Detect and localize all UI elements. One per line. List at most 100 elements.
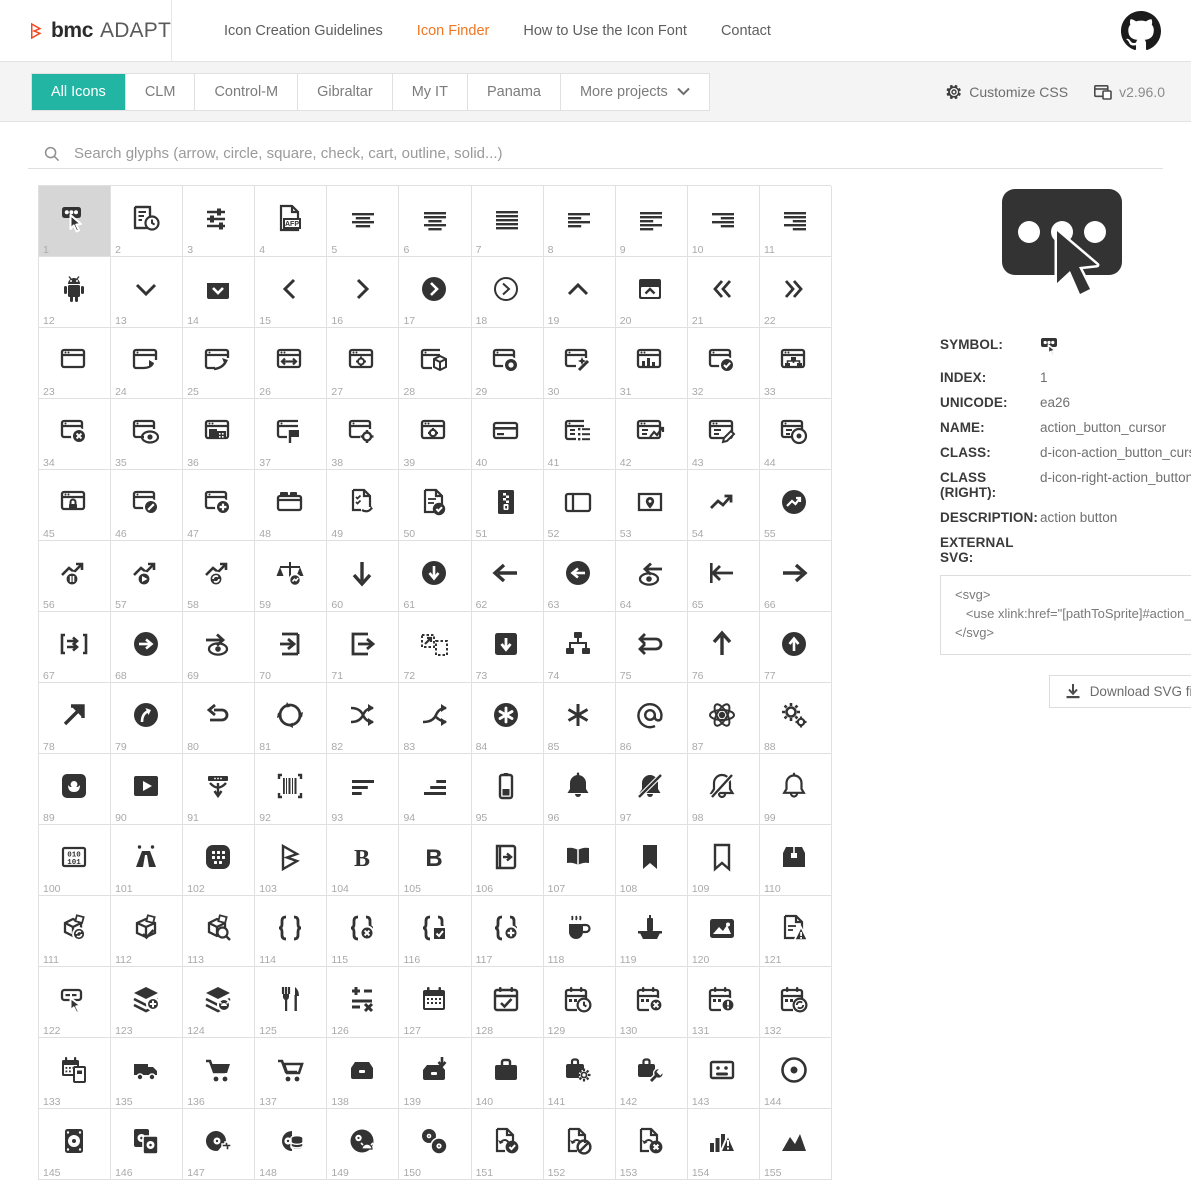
icon-cell[interactable]: 76 <box>687 612 760 683</box>
icon-cell[interactable]: 10 <box>687 186 760 257</box>
tab-panama[interactable]: Panama <box>467 74 561 110</box>
icon-cell[interactable]: 127 <box>399 967 472 1038</box>
nav-how-to-use-the-icon-font[interactable]: How to Use the Icon Font <box>523 23 687 39</box>
icon-cell[interactable]: 20 <box>615 257 688 328</box>
icon-cell[interactable]: 109 <box>687 825 760 896</box>
icon-cell[interactable]: 46 <box>111 470 184 541</box>
icon-cell[interactable]: 34 <box>39 399 112 470</box>
icon-cell[interactable]: 125 <box>255 967 328 1038</box>
icon-cell[interactable]: 79 <box>111 683 184 754</box>
icon-cell[interactable]: 115 <box>327 896 400 967</box>
icon-cell[interactable]: 6 <box>399 186 472 257</box>
icon-cell[interactable]: 30 <box>543 328 616 399</box>
icon-cell[interactable]: 118 <box>543 896 616 967</box>
icon-cell[interactable]: 13 <box>111 257 184 328</box>
icon-cell[interactable]: 1 <box>39 186 112 257</box>
icon-cell[interactable]: 70 <box>255 612 328 683</box>
icon-cell[interactable]: 143 <box>687 1038 760 1109</box>
icon-cell[interactable]: 48 <box>255 470 328 541</box>
icon-cell[interactable]: 24 <box>111 328 184 399</box>
icon-cell[interactable]: 63 <box>543 541 616 612</box>
icon-cell[interactable]: 38 <box>327 399 400 470</box>
icon-cell[interactable]: 72 <box>399 612 472 683</box>
icon-cell[interactable]: 86 <box>615 683 688 754</box>
icon-cell[interactable]: 145 <box>39 1109 112 1180</box>
tab-my-it[interactable]: My IT <box>392 74 468 110</box>
icon-cell[interactable]: 32 <box>687 328 760 399</box>
icon-cell[interactable]: 114 <box>255 896 328 967</box>
external-svg-code-box[interactable]: <svg> <use xlink:href="[pathToSprite]#ac… <box>940 575 1191 655</box>
icon-cell[interactable]: 117 <box>471 896 544 967</box>
icon-cell[interactable]: 44 <box>759 399 833 470</box>
icon-cell[interactable]: 101 <box>111 825 184 896</box>
icon-cell[interactable]: 58 <box>183 541 256 612</box>
icon-cell[interactable]: 92 <box>255 754 328 825</box>
icon-cell[interactable]: 53 <box>615 470 688 541</box>
icon-cell[interactable]: 155 <box>759 1109 833 1180</box>
tab-gibraltar[interactable]: Gibraltar <box>298 74 393 110</box>
icon-cell[interactable]: 130 <box>615 967 688 1038</box>
icon-cell[interactable]: 142 <box>615 1038 688 1109</box>
icon-cell[interactable]: 88 <box>759 683 833 754</box>
icon-cell[interactable]: 111 <box>39 896 112 967</box>
icon-cell[interactable]: 67 <box>39 612 112 683</box>
tab-control-m[interactable]: Control-M <box>195 74 299 110</box>
icon-cell[interactable]: 61 <box>399 541 472 612</box>
icon-cell[interactable]: 107 <box>543 825 616 896</box>
icon-cell[interactable]: 91 <box>183 754 256 825</box>
icon-cell[interactable]: 33 <box>759 328 833 399</box>
icon-cell[interactable]: 26 <box>255 328 328 399</box>
icon-cell[interactable]: 3 <box>183 186 256 257</box>
icon-cell[interactable]: 57 <box>111 541 184 612</box>
download-svg-button[interactable]: Download SVG file <box>1048 675 1191 708</box>
icon-cell[interactable]: 120 <box>687 896 760 967</box>
tab-clm[interactable]: CLM <box>125 74 196 110</box>
nav-contact[interactable]: Contact <box>721 23 771 39</box>
icon-cell[interactable]: 106 <box>471 825 544 896</box>
icon-cell[interactable]: 64 <box>615 541 688 612</box>
icon-cell[interactable]: 82 <box>327 683 400 754</box>
icon-cell[interactable]: 81 <box>255 683 328 754</box>
icon-cell[interactable]: 65 <box>687 541 760 612</box>
icon-cell[interactable]: 124 <box>183 967 256 1038</box>
icon-cell[interactable]: 19 <box>543 257 616 328</box>
icon-cell[interactable]: 74 <box>543 612 616 683</box>
icon-cell[interactable]: 28 <box>399 328 472 399</box>
icon-cell[interactable]: 39 <box>399 399 472 470</box>
icon-cell[interactable]: 87 <box>687 683 760 754</box>
icon-cell[interactable]: 98 <box>687 754 760 825</box>
icon-cell[interactable]: 90 <box>111 754 184 825</box>
icon-cell[interactable]: 116 <box>399 896 472 967</box>
nav-icon-finder[interactable]: Icon Finder <box>417 23 490 39</box>
icon-cell[interactable]: 102 <box>183 825 256 896</box>
icon-cell[interactable]: 40 <box>471 399 544 470</box>
icon-cell[interactable]: 43 <box>687 399 760 470</box>
icon-cell[interactable]: 108 <box>615 825 688 896</box>
tab-all-icons[interactable]: All Icons <box>32 74 126 110</box>
icon-cell[interactable]: 45 <box>39 470 112 541</box>
icon-cell[interactable]: 29 <box>471 328 544 399</box>
icon-cell[interactable]: 152 <box>543 1109 616 1180</box>
icon-cell[interactable]: 17 <box>399 257 472 328</box>
icon-cell[interactable]: 138 <box>327 1038 400 1109</box>
tab-more-projects[interactable]: More projects <box>560 74 709 110</box>
icon-cell[interactable]: 51 <box>471 470 544 541</box>
customize-css-button[interactable]: Customize CSS <box>946 84 1068 100</box>
icon-cell[interactable]: 80 <box>183 683 256 754</box>
icon-cell[interactable]: 141 <box>543 1038 616 1109</box>
icon-cell[interactable]: 153 <box>615 1109 688 1180</box>
icon-cell[interactable]: 93 <box>327 754 400 825</box>
icon-cell[interactable]: 95 <box>471 754 544 825</box>
icon-cell[interactable]: 9 <box>615 186 688 257</box>
icon-cell[interactable]: B 105 <box>399 825 472 896</box>
icon-cell[interactable]: 139 <box>399 1038 472 1109</box>
icon-cell[interactable]: 36 <box>183 399 256 470</box>
icon-cell[interactable]: 21 <box>687 257 760 328</box>
icon-cell[interactable]: 14 <box>183 257 256 328</box>
icon-cell[interactable]: 77 <box>759 612 833 683</box>
icon-cell[interactable]: 154 <box>687 1109 760 1180</box>
icon-cell[interactable]: 15 <box>255 257 328 328</box>
icon-cell[interactable]: 5 <box>327 186 400 257</box>
icon-cell[interactable]: 60 <box>327 541 400 612</box>
icon-cell[interactable]: 119 <box>615 896 688 967</box>
